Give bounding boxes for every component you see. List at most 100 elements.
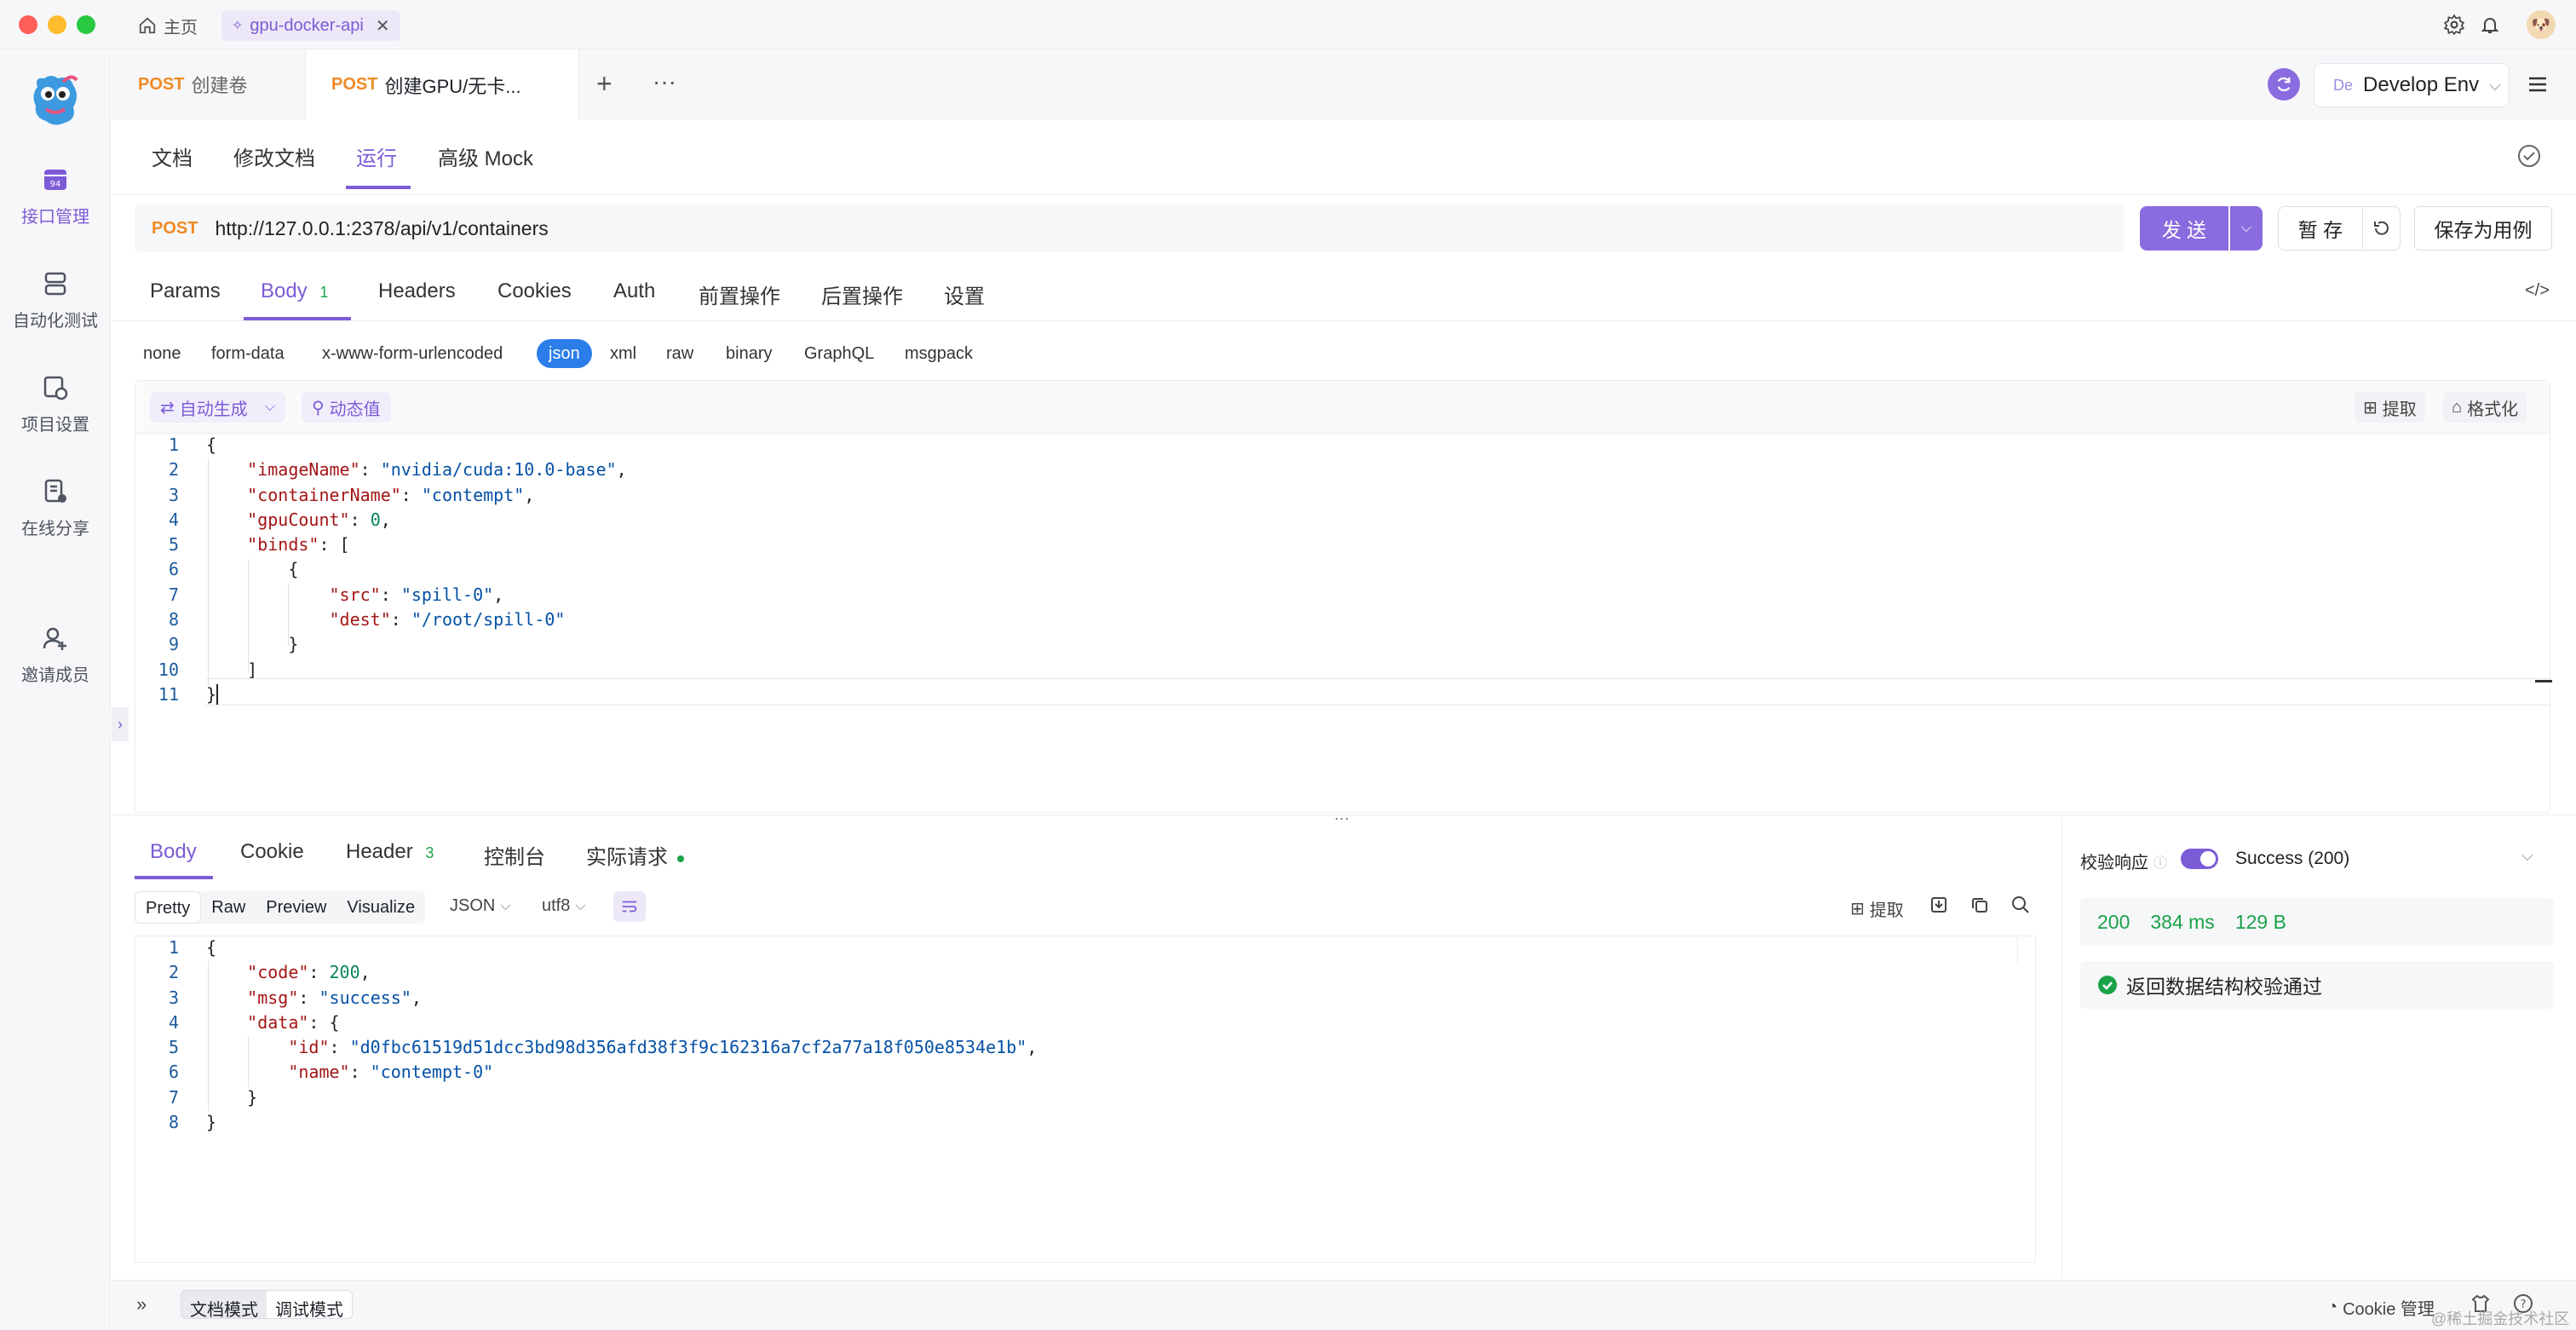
copy-icon[interactable] — [1969, 895, 1990, 920]
extract-icon: ⊞ — [1850, 900, 1865, 918]
format-form-data[interactable]: form-data — [211, 339, 285, 368]
resize-handle[interactable]: ··· — [1334, 809, 1349, 827]
download-icon[interactable] — [1929, 895, 1949, 920]
auto-generate-button[interactable]: ⇄ 自动生成 ⌵ — [150, 392, 285, 423]
format-xml[interactable]: xml — [610, 339, 636, 368]
wrap-lines-icon[interactable] — [613, 891, 646, 922]
response-format-select[interactable]: JSON ⌵ — [450, 896, 510, 916]
chevron-down-icon[interactable]: ⌵ — [2521, 847, 2533, 865]
cookie-manager-button[interactable]: ◔ Cookie 管理 — [2327, 1295, 2435, 1320]
add-tab-button[interactable]: + — [596, 70, 612, 97]
tab-cookies[interactable]: Cookies — [497, 279, 572, 303]
format-json[interactable]: json — [537, 339, 592, 368]
format-none[interactable]: none — [143, 339, 181, 368]
response-tab-actual-request[interactable]: 实际请求 — [586, 840, 684, 870]
tab-edit-docs[interactable]: 修改文档 — [233, 141, 315, 171]
response-encoding-select[interactable]: utf8 ⌵ — [542, 896, 586, 916]
view-preview[interactable]: Preview — [256, 891, 336, 924]
response-code[interactable]: { "code": 200, "msg": "success", "data":… — [206, 936, 1037, 1135]
response-extract-label: 提取 — [1869, 901, 1904, 920]
tab-body[interactable]: Body 1 — [261, 279, 328, 303]
json-value: "contempt" — [421, 484, 525, 505]
close-tab-icon[interactable]: ✕ — [376, 15, 390, 37]
extract-button[interactable]: ⊞ 提取 — [2355, 392, 2425, 423]
home-icon — [139, 17, 156, 34]
response-extract-button[interactable]: ⊞ 提取 — [1850, 896, 1904, 921]
home-tab-label: 主页 — [164, 18, 198, 37]
project-tab[interactable]: ✧ gpu-docker-api ✕ — [221, 10, 400, 41]
send-button[interactable]: 发 送 — [2140, 206, 2228, 250]
format-label: 格式化 — [2467, 400, 2519, 419]
json-key: "imageName" — [247, 459, 360, 481]
format-code-button[interactable]: ⌂ 格式化 — [2443, 392, 2527, 423]
settings-icon[interactable] — [2441, 12, 2467, 37]
tab-run[interactable]: 运行 — [356, 141, 397, 171]
request-tab-create-volume[interactable]: POST 创建卷 — [112, 49, 273, 119]
chevron-down-icon[interactable]: ⌵ — [265, 400, 275, 415]
response-tab-console[interactable]: 控制台 — [484, 840, 545, 870]
send-options-dropdown[interactable]: ⌵ — [2230, 206, 2263, 250]
tab-docs[interactable]: 文档 — [152, 141, 193, 171]
response-tab-body[interactable]: Body — [150, 840, 197, 864]
tab-headers[interactable]: Headers — [378, 279, 456, 303]
sync-icon[interactable] — [2268, 68, 2300, 101]
scroll-marker — [2535, 680, 2552, 682]
tab-advanced-mock[interactable]: 高级 Mock — [438, 141, 533, 171]
response-scrollbar[interactable] — [2017, 937, 2034, 963]
tab-auth[interactable]: Auth — [613, 279, 655, 303]
format-msgpack[interactable]: msgpack — [905, 339, 973, 368]
validate-toggle[interactable] — [2181, 849, 2218, 869]
user-avatar[interactable]: 🐶 — [2527, 10, 2556, 39]
code-view-icon[interactable]: </> — [2525, 281, 2550, 301]
sidebar-item-api-management[interactable]: 94 接口管理 — [0, 165, 111, 227]
tab-pre-actions[interactable]: 前置操作 — [699, 279, 780, 309]
hamburger-menu-icon[interactable] — [2525, 72, 2556, 99]
line-number: 7 — [168, 584, 179, 605]
auto-generate-label: 自动生成 — [179, 400, 248, 419]
expand-sidebar-button[interactable]: › — [112, 707, 129, 741]
json-key: "id" — [288, 1037, 330, 1058]
tab-post-actions[interactable]: 后置操作 — [821, 279, 903, 309]
collapse-panels-icon[interactable]: » — [136, 1293, 147, 1316]
check-circle-icon[interactable] — [2516, 143, 2544, 170]
sidebar-item-online-share[interactable]: 在线分享 — [0, 477, 111, 539]
response-tab-header[interactable]: Header 3 — [346, 840, 434, 864]
validation-status-select[interactable]: Success (200) — [2235, 849, 2349, 869]
doc-mode-button[interactable]: 文档模式 — [181, 1291, 267, 1318]
request-tab-create-gpu[interactable]: POST 创建GPU/无卡... — [305, 49, 579, 120]
close-window-button[interactable] — [19, 15, 37, 34]
debug-mode-button[interactable]: 调试模式 — [267, 1291, 352, 1318]
bell-icon[interactable] — [2477, 12, 2503, 37]
tab-params[interactable]: Params — [150, 279, 221, 303]
view-raw[interactable]: Raw — [201, 891, 256, 924]
environment-select[interactable]: De Develop Env ⌵ — [2314, 63, 2510, 107]
search-icon[interactable] — [2010, 895, 2031, 920]
format-urlencoded[interactable]: x-www-form-urlencoded — [322, 339, 503, 368]
home-tab[interactable]: 主页 — [128, 10, 208, 41]
view-pretty[interactable]: Pretty — [135, 891, 202, 924]
view-visualize[interactable]: Visualize — [336, 891, 425, 924]
sidebar-item-invite-members[interactable]: 邀请成员 — [0, 624, 111, 686]
minimize-window-button[interactable] — [48, 15, 66, 34]
line-number: 7 — [168, 1086, 179, 1108]
request-code[interactable]: { "imageName": "nvidia/cuda:10.0-base", … — [206, 433, 627, 707]
save-button[interactable]: 暂 存 — [2278, 206, 2363, 250]
more-tabs-icon[interactable]: ··· — [653, 70, 676, 94]
request-method[interactable]: POST — [152, 219, 198, 239]
project-tab-label: gpu-docker-api — [250, 15, 364, 35]
format-binary[interactable]: binary — [726, 339, 772, 368]
url-input[interactable]: http://127.0.0.1:2378/api/v1/containers — [215, 217, 548, 240]
json-value: "contempt-0" — [370, 1062, 494, 1083]
response-tab-cookie[interactable]: Cookie — [240, 840, 304, 864]
sidebar-item-project-settings[interactable]: 项目设置 — [0, 373, 111, 435]
format-raw[interactable]: raw — [666, 339, 693, 368]
title-bar: 主页 ✧ gpu-docker-api ✕ 🐶 — [0, 0, 2576, 49]
line-number: 4 — [168, 509, 179, 530]
save-as-case-button[interactable]: 保存为用例 — [2414, 206, 2552, 250]
history-icon[interactable] — [2363, 206, 2401, 250]
sidebar-item-automation[interactable]: 自动化测试 — [0, 269, 111, 331]
tab-settings[interactable]: 设置 — [944, 279, 985, 309]
format-graphql[interactable]: GraphQL — [804, 339, 874, 368]
maximize-window-button[interactable] — [77, 15, 95, 34]
dynamic-value-button[interactable]: ⚲ 动态值 — [302, 392, 391, 423]
